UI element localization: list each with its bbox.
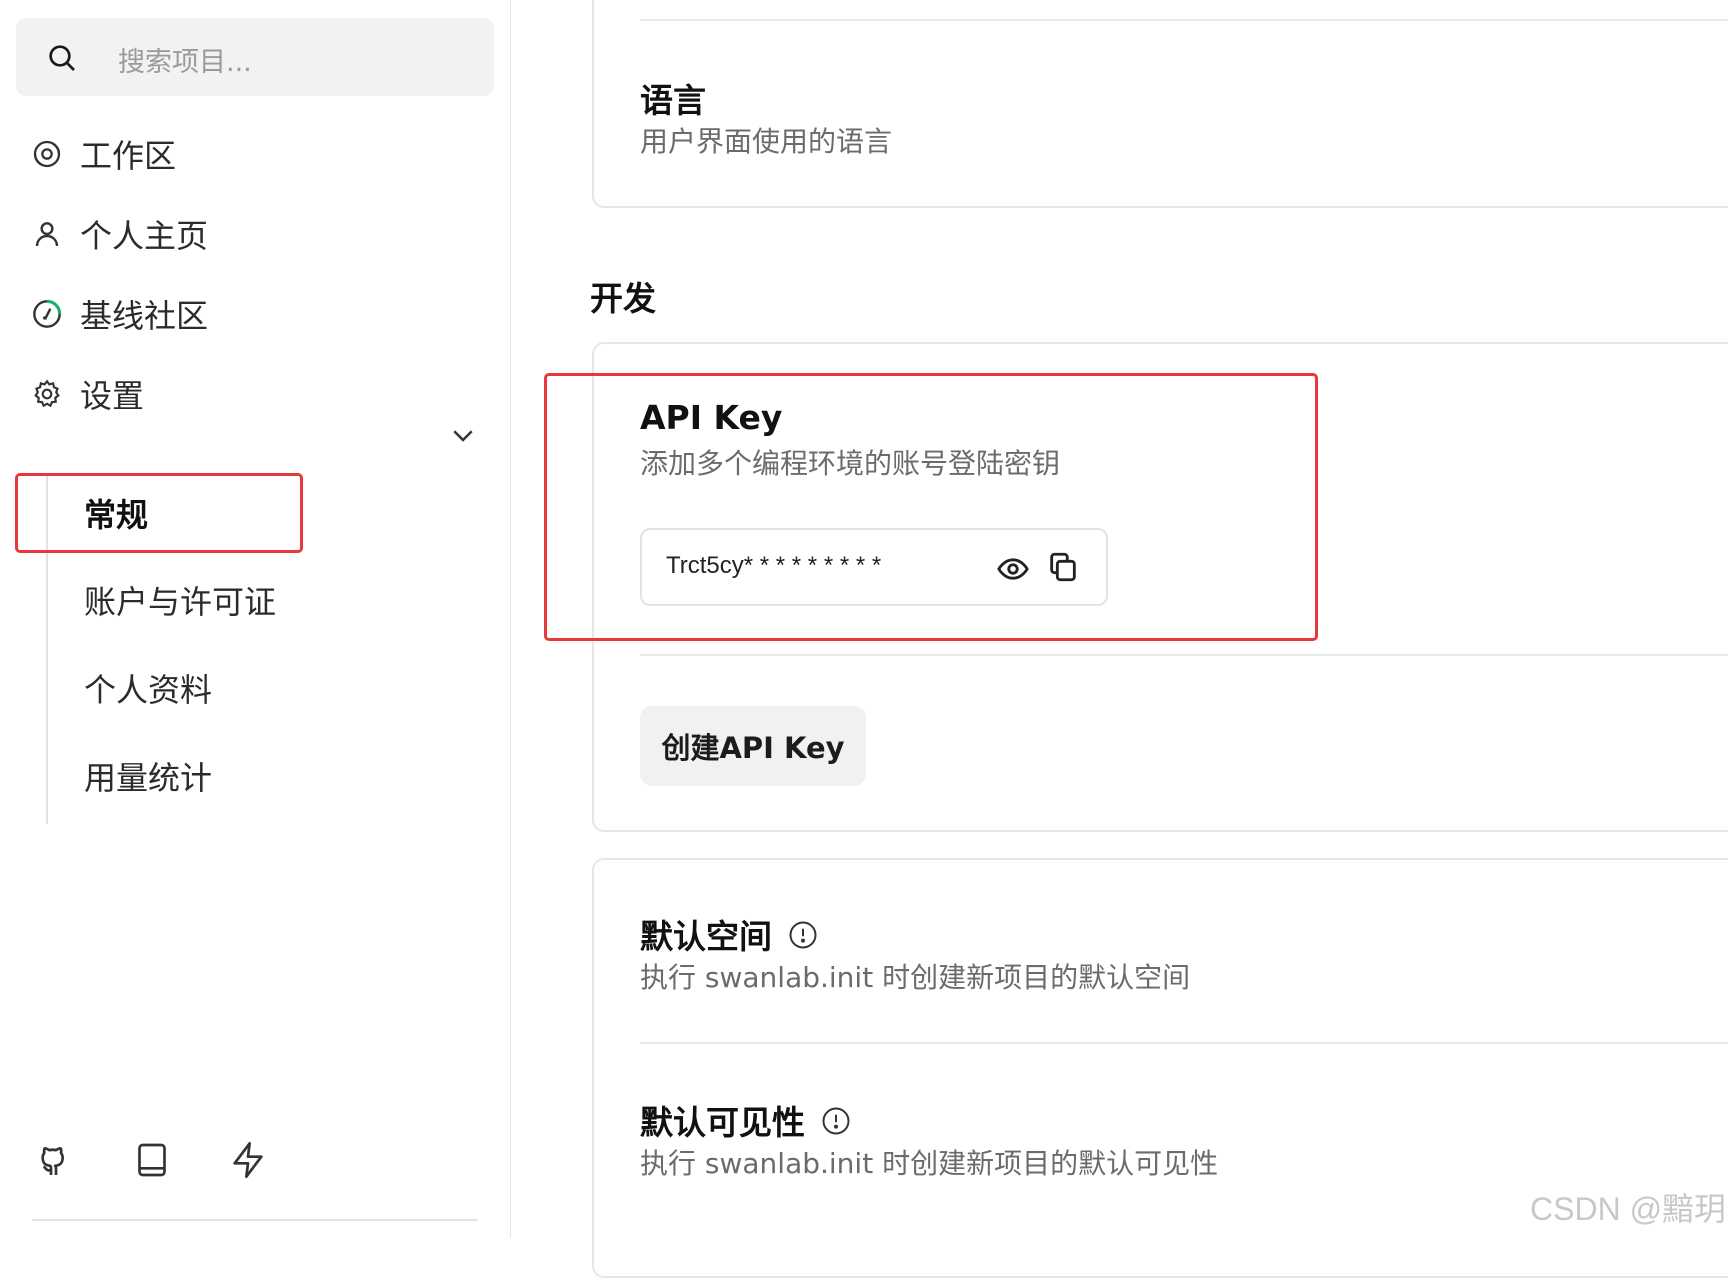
default-space-heading: 默认空间 (640, 910, 818, 958)
bottom-links (36, 1140, 324, 1180)
nav-label: 基线社区 (80, 297, 209, 335)
search-icon (46, 42, 78, 74)
language-card (592, 0, 1728, 208)
nav-label: 设置 (80, 377, 145, 415)
language-desc: 用户界面使用的语言 (640, 125, 893, 158)
github-icon[interactable] (36, 1140, 76, 1180)
create-api-key-button[interactable]: 创建API Key (640, 706, 866, 786)
nav-community[interactable]: 基线社区 (30, 284, 208, 344)
divider (640, 1042, 1728, 1044)
search-input[interactable]: 搜索项目... (118, 40, 252, 79)
highlight-box (15, 473, 303, 553)
sidebar-divider (32, 1219, 478, 1221)
book-icon[interactable] (132, 1140, 172, 1180)
info-icon[interactable] (788, 919, 818, 949)
sub-item-account[interactable]: 账户与许可证 (84, 570, 276, 630)
sub-item-usage[interactable]: 用量统计 (84, 746, 212, 806)
divider (640, 654, 1728, 656)
sub-item-personal-info[interactable]: 个人资料 (84, 658, 212, 718)
sidebar: 搜索项目... 工作区 个人主页 基线社区 设置 常规 账户与许可证 个人资料 … (0, 0, 511, 1238)
nav-workspace[interactable]: 工作区 (30, 124, 176, 184)
gear-icon (30, 377, 64, 411)
chevron-down-icon[interactable] (448, 420, 478, 450)
nav-settings[interactable]: 设置 (30, 364, 144, 424)
default-space-title: 默认空间 (640, 917, 772, 956)
default-visibility-desc: 执行 swanlab.init 时创建新项目的默认可见性 (640, 1147, 1219, 1180)
watermark: CSDN @黯玥 (1530, 1191, 1727, 1227)
workspace-icon (30, 137, 64, 171)
user-icon (30, 217, 64, 251)
nav-label: 工作区 (80, 137, 177, 175)
language-title: 语言 (640, 81, 706, 120)
section-title-dev: 开发 (590, 279, 656, 318)
compass-icon (30, 297, 64, 331)
search-box[interactable]: 搜索项目... (16, 18, 494, 96)
default-space-desc: 执行 swanlab.init 时创建新项目的默认空间 (640, 961, 1191, 994)
divider (640, 19, 1728, 21)
default-visibility-title: 默认可见性 (640, 1103, 805, 1142)
nav-profile[interactable]: 个人主页 (30, 204, 208, 264)
info-icon[interactable] (821, 1105, 851, 1135)
default-visibility-heading: 默认可见性 (640, 1096, 851, 1144)
nav-label: 个人主页 (80, 217, 209, 255)
highlight-box (544, 373, 1318, 641)
lightning-icon[interactable] (228, 1140, 268, 1180)
